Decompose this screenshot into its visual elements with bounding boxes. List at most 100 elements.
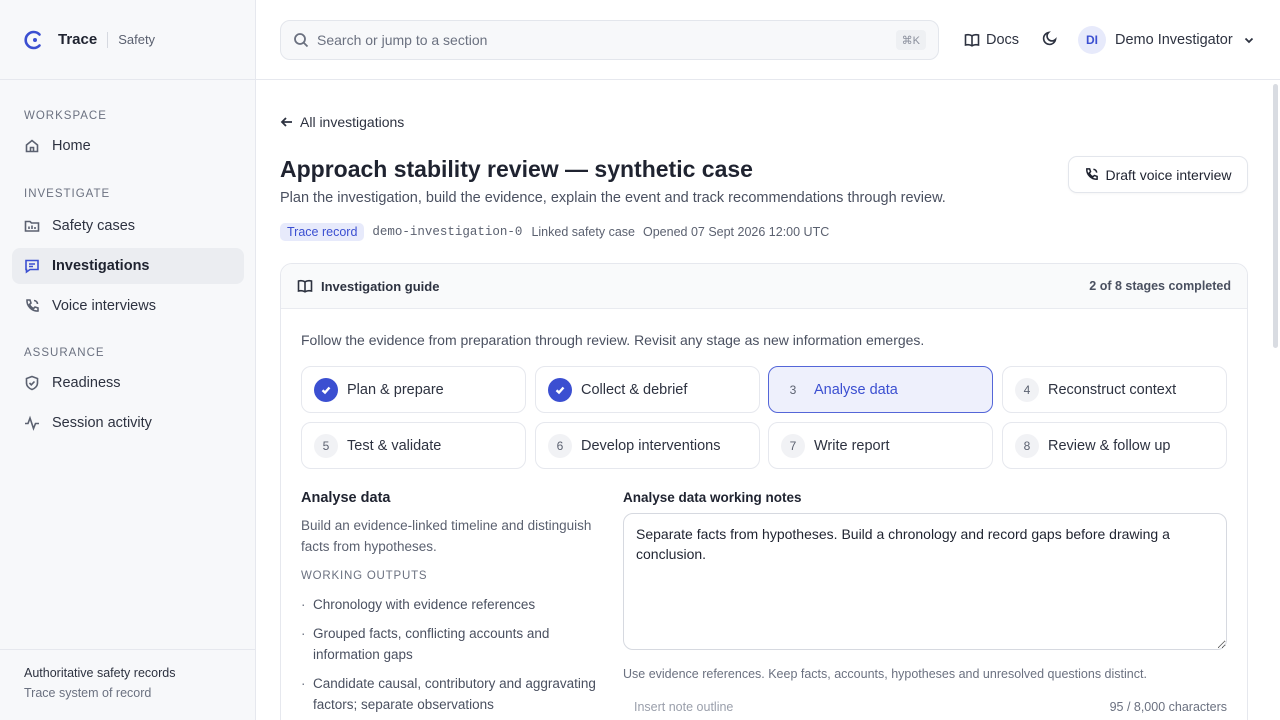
- stage-plan-prepare[interactable]: Plan & prepare: [301, 366, 526, 413]
- brand-divider: [107, 31, 109, 48]
- stage-label: Reconstruct context: [1048, 381, 1177, 398]
- stage-number: 7: [781, 433, 805, 458]
- sidebar-item-label: Readiness: [52, 375, 121, 391]
- nav-assurance: ASSURANCE Readiness Session activity: [0, 343, 256, 441]
- opened-date: Opened 07 Sept 2026 12:00 UTC: [642, 225, 830, 239]
- stage-number: 8: [1015, 433, 1039, 458]
- brand-sub: Safety: [118, 32, 156, 47]
- trace-logo-icon: [24, 30, 41, 49]
- stage-detail-title: Analyse data: [301, 490, 391, 506]
- docs-link[interactable]: Docs: [964, 28, 1019, 52]
- check-icon: [314, 377, 338, 402]
- linked-case[interactable]: Linked safety case: [531, 225, 635, 239]
- sidebar-footer: Authoritative safety records Trace syste…: [0, 649, 256, 720]
- sidebar-item-label: Home: [52, 138, 91, 154]
- stage-label: Write report: [814, 437, 890, 454]
- brand[interactable]: Trace Safety: [0, 0, 255, 80]
- sidebar-item-session-activity[interactable]: Session activity: [12, 405, 244, 441]
- sidebar-item-home[interactable]: Home: [12, 128, 244, 164]
- sidebar-item-label: Investigations: [52, 258, 150, 274]
- list-item: Candidate causal, contributory and aggra…: [301, 673, 611, 715]
- stage-analyse-data[interactable]: 3 Analyse data: [768, 366, 993, 413]
- book-icon: [297, 279, 313, 293]
- stage-detail: Analyse data Build an evidence-linked ti…: [301, 490, 611, 720]
- home-icon: [25, 139, 39, 153]
- theme-toggle[interactable]: [1042, 30, 1060, 48]
- stage-label: Plan & prepare: [347, 381, 444, 398]
- stage-write-report[interactable]: 7 Write report: [768, 422, 993, 469]
- brand-name: Trace: [58, 31, 98, 48]
- sidebar-item-safety-cases[interactable]: Safety cases: [12, 208, 244, 244]
- phone-icon: [1086, 168, 1099, 180]
- nav-investigate: INVESTIGATE Safety cases Investigations …: [0, 184, 256, 324]
- stage-reconstruct-context[interactable]: 4 Reconstruct context: [1002, 366, 1227, 413]
- nav-heading-investigate: INVESTIGATE: [24, 188, 111, 200]
- notes-hint: Use evidence references. Keep facts, acc…: [623, 667, 1147, 681]
- nav-heading-workspace: WORKSPACE: [24, 110, 107, 122]
- phone-icon: [26, 299, 39, 312]
- topbar: ⌘K Docs DI Demo Investigator: [256, 0, 1280, 80]
- record-id: demo-investigation-0: [372, 225, 523, 239]
- nav-heading-assurance: ASSURANCE: [24, 347, 105, 359]
- stage-detail-description: Build an evidence-linked timeline and di…: [301, 518, 592, 554]
- stage-review-follow-up[interactable]: 8 Review & follow up: [1002, 422, 1227, 469]
- scrollbar-thumb[interactable]: [1273, 84, 1278, 348]
- working-notes: Analyse data working notes Use evidence …: [623, 490, 1227, 720]
- stage-label: Collect & debrief: [581, 381, 688, 398]
- main-content: All investigations Approach stability re…: [256, 80, 1280, 720]
- sidebar-item-label: Voice interviews: [52, 298, 156, 314]
- message-icon: [25, 259, 39, 274]
- user-name: Demo Investigator: [1115, 32, 1233, 48]
- search-box[interactable]: ⌘K: [280, 20, 939, 60]
- character-count: 95 / 8,000 characters: [1109, 700, 1227, 714]
- notes-footer: Insert note outline 95 / 8,000 character…: [623, 700, 1227, 720]
- sidebar-item-label: Safety cases: [52, 218, 136, 234]
- stage-number: 4: [1015, 377, 1039, 402]
- search-shortcut: ⌘K: [895, 30, 926, 50]
- sidebar-item-voice-interviews[interactable]: Voice interviews: [12, 288, 244, 324]
- moon-icon: [1042, 31, 1057, 46]
- avatar: DI: [1078, 26, 1106, 54]
- stage-develop-interventions[interactable]: 6 Develop interventions: [535, 422, 760, 469]
- guide-intro: Follow the evidence from preparation thr…: [301, 332, 925, 348]
- guide-header: Investigation guide 2 of 8 stages comple…: [281, 264, 1247, 309]
- footer-subtitle: Trace system of record: [24, 686, 152, 700]
- notes-label: Analyse data working notes: [623, 490, 802, 505]
- stage-label: Review & follow up: [1048, 437, 1171, 454]
- folder-chart-icon: [24, 220, 40, 232]
- user-menu[interactable]: DI Demo Investigator: [1078, 25, 1255, 55]
- stage-label: Develop interventions: [581, 437, 721, 454]
- sidebar-item-readiness[interactable]: Readiness: [12, 365, 244, 401]
- insert-outline-button[interactable]: Insert note outline: [634, 700, 733, 714]
- stage-label: Test & validate: [347, 437, 442, 454]
- stage-number: 6: [548, 433, 572, 458]
- stage-collect-debrief[interactable]: Collect & debrief: [535, 366, 760, 413]
- chevron-down-icon: [1244, 37, 1253, 44]
- page-subtitle: Plan the investigation, build the eviden…: [280, 190, 946, 206]
- stage-number: 3: [789, 382, 797, 397]
- draft-voice-interview-button[interactable]: Draft voice interview: [1068, 156, 1248, 193]
- status-badge: Trace record: [280, 223, 365, 241]
- activity-icon: [25, 415, 39, 431]
- investigation-guide: Investigation guide 2 of 8 stages comple…: [280, 263, 1248, 720]
- page-title: Approach stability review — synthetic ca…: [280, 156, 753, 182]
- back-label: All investigations: [300, 114, 405, 130]
- docs-label: Docs: [986, 32, 1020, 48]
- search-input[interactable]: [317, 32, 877, 48]
- stage-label: Analyse data: [814, 381, 898, 398]
- notes-textarea[interactable]: [623, 513, 1227, 650]
- footer-title: Authoritative safety records: [24, 666, 176, 680]
- stage-test-validate[interactable]: 5 Test & validate: [301, 422, 526, 469]
- search-icon: [294, 33, 309, 48]
- back-link[interactable]: All investigations: [280, 113, 404, 131]
- book-icon: [964, 33, 980, 47]
- record-meta: Trace record demo-investigation-0 Linked…: [280, 222, 837, 242]
- sidebar: Trace Safety WORKSPACE Home INVESTIGATE …: [0, 0, 256, 720]
- voice-button-label: Draft voice interview: [1105, 166, 1232, 183]
- guide-title: Investigation guide: [321, 278, 440, 294]
- guide-progress: 2 of 8 stages completed: [1089, 279, 1231, 293]
- list-item: Grouped facts, conflicting accounts and …: [301, 623, 611, 665]
- sidebar-item-investigations[interactable]: Investigations: [12, 248, 244, 284]
- nav-workspace: WORKSPACE Home: [0, 106, 256, 164]
- working-outputs-heading: WORKING OUTPUTS: [301, 570, 428, 582]
